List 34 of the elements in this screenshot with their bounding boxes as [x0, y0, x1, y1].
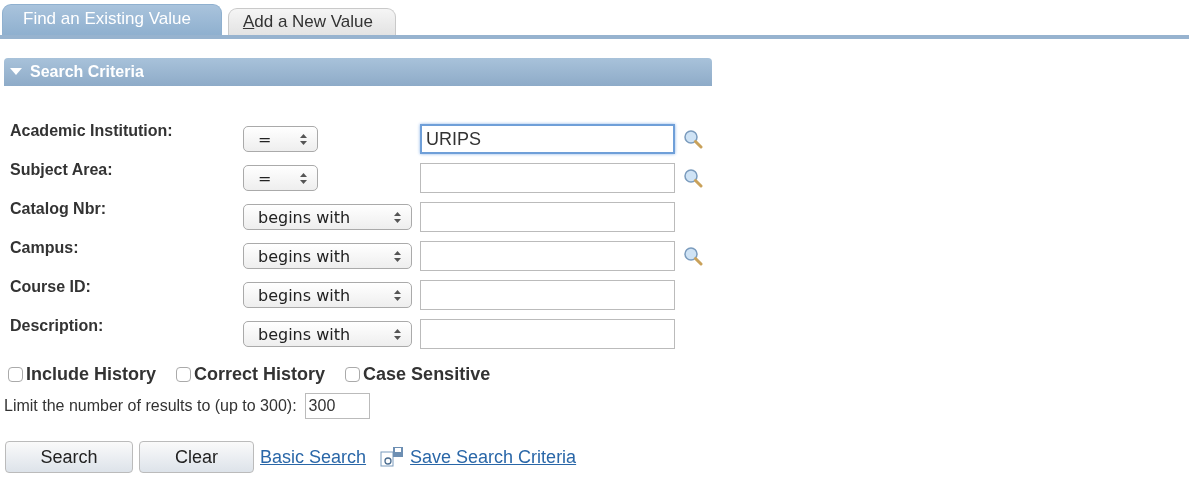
action-button[interactable]: Search: [5, 441, 133, 473]
checkbox-label: Include History: [26, 364, 157, 385]
value-field[interactable]: [420, 319, 675, 349]
checkbox-label: Correct History: [194, 364, 326, 385]
checkbox[interactable]: [345, 367, 361, 382]
operator-dropdown[interactable]: begins with: [243, 204, 412, 230]
field-label: Campus:: [10, 239, 80, 257]
value-field[interactable]: [420, 202, 675, 232]
operator-dropdown[interactable]: begins with: [243, 243, 412, 269]
tab[interactable]: Add a New Value: [227, 8, 396, 35]
field-label: Academic Institution:: [10, 122, 174, 140]
section-title: Search Criteria: [30, 63, 144, 81]
operator-dropdown[interactable]: =: [243, 165, 318, 191]
checkbox[interactable]: [8, 367, 23, 382]
field-label: Subject Area:: [10, 161, 114, 179]
value-field[interactable]: [420, 163, 675, 193]
field-label: Description:: [10, 317, 105, 335]
link[interactable]: Basic Search: [260, 446, 367, 468]
limit-field[interactable]: 300: [304, 393, 370, 419]
field-label: Course ID:: [10, 278, 92, 296]
collapse-icon[interactable]: [10, 68, 22, 76]
operator-dropdown[interactable]: =: [243, 126, 318, 152]
value-field[interactable]: [420, 241, 675, 271]
limit-label: Limit the number of results to (up to 300):: [4, 397, 297, 415]
operator-dropdown[interactable]: begins with: [243, 321, 412, 347]
value-field[interactable]: URIPS: [420, 124, 675, 154]
action-button[interactable]: Clear: [139, 441, 254, 473]
checkbox[interactable]: [176, 367, 192, 382]
field-label: Catalog Nbr:: [10, 200, 107, 218]
operator-dropdown[interactable]: begins with: [243, 282, 412, 308]
checkbox-label: Case Sensitive: [363, 364, 491, 385]
value-field[interactable]: [420, 280, 675, 310]
save-search-icon[interactable]: [380, 446, 405, 468]
link[interactable]: Save Search Criteria: [410, 446, 577, 468]
